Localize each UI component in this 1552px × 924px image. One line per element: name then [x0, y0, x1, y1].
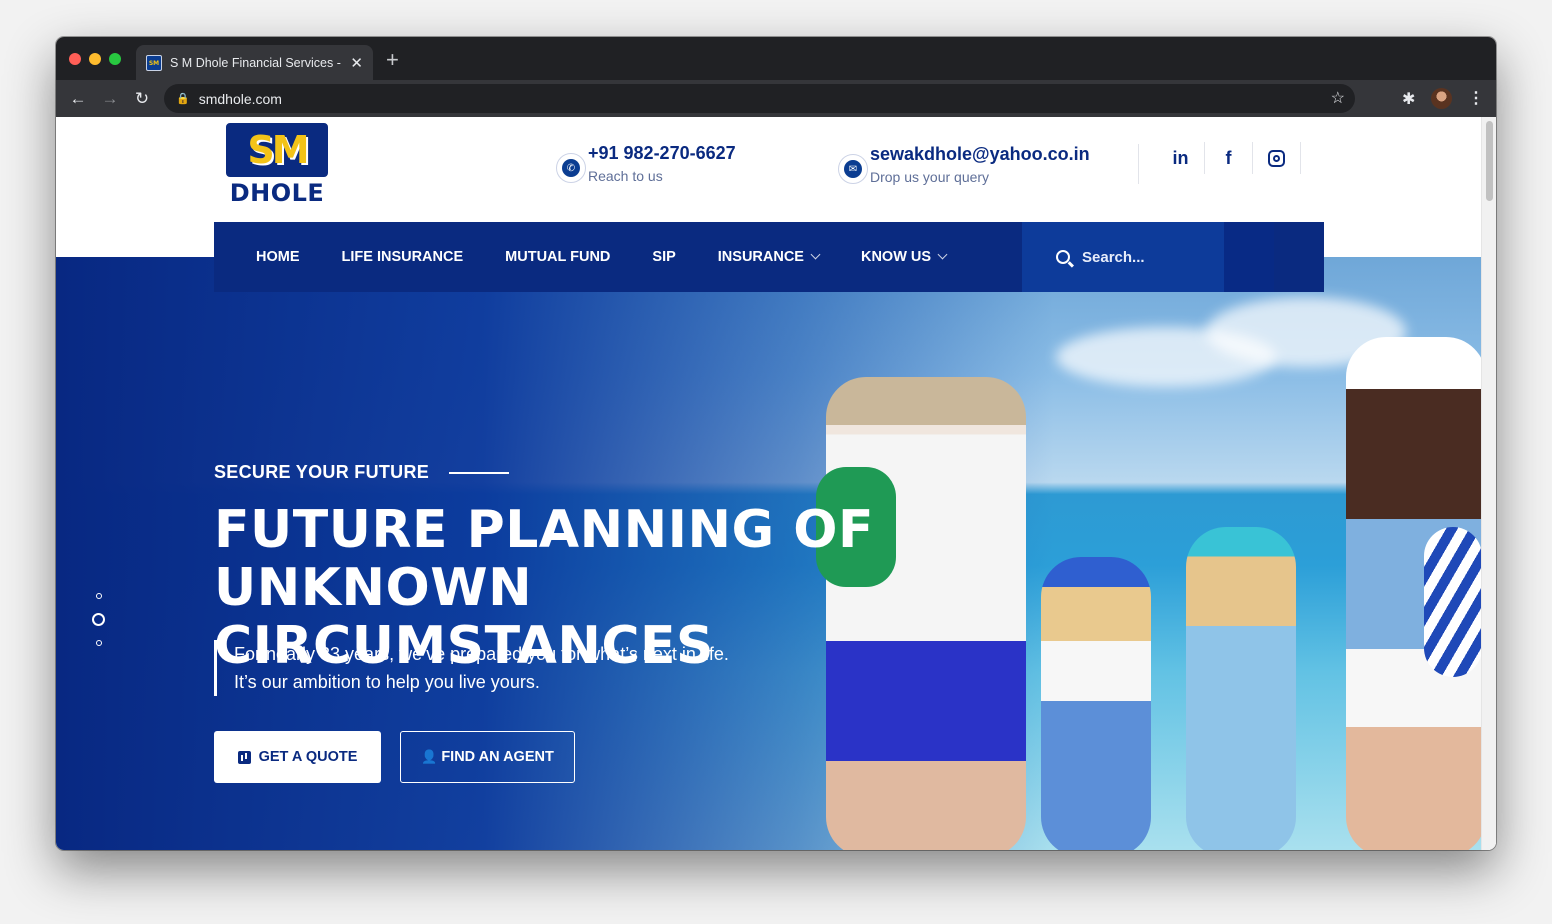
hero-intro: For nearly 33 years, we’ve prepared you … [214, 640, 734, 696]
page-scrollbar[interactable] [1481, 117, 1496, 850]
slide-dot[interactable] [95, 640, 102, 646]
instagram-icon[interactable] [1253, 142, 1301, 174]
child-figure [1186, 527, 1296, 850]
nav-know-us-label: KNOW US [860, 249, 932, 265]
chart-icon [237, 750, 251, 764]
envelope-icon: ✉ [838, 154, 868, 184]
reload-icon[interactable]: ↻ [126, 89, 158, 109]
chevron-down-icon [810, 249, 821, 260]
favicon-icon: SM [146, 55, 162, 71]
search-box [1022, 222, 1274, 292]
nav-end-cap [1224, 222, 1274, 292]
slide-dot[interactable] [95, 593, 102, 599]
logo-wordmark: DHOLE [229, 179, 325, 207]
headline-line-1: FUTURE PLANNING OF [214, 500, 875, 560]
lock-icon: 🔒 [176, 93, 190, 105]
email-address[interactable]: sewakdhole@yahoo.co.in [870, 144, 1090, 165]
linkedin-icon[interactable]: in [1157, 142, 1205, 174]
active-tab[interactable]: SM S M Dhole Financial Services - ✕ [136, 45, 373, 81]
window-controls [69, 53, 121, 65]
tab-strip: SM S M Dhole Financial Services - ✕ + [56, 37, 1496, 81]
scrollbar-thumb[interactable] [1486, 121, 1493, 201]
nav-home[interactable]: HOME [256, 249, 300, 265]
find-agent-label: FIND AN AGENT [441, 749, 554, 765]
phone-caption: Reach to us [588, 168, 663, 184]
extensions-icon[interactable]: ✱ [1402, 89, 1415, 109]
kicker-line [449, 471, 510, 474]
logo-mark: SM [226, 123, 328, 177]
phone-number[interactable]: +91 982-270-6627 [588, 143, 736, 164]
nav-sip[interactable]: SIP [652, 249, 675, 265]
slider-pagination [92, 593, 105, 660]
nav-insurance-label: INSURANCE [717, 249, 804, 265]
get-quote-button[interactable]: GET A QUOTE [214, 731, 381, 783]
find-agent-button[interactable]: 👤 FIND AN AGENT [400, 731, 575, 783]
site-logo[interactable]: SM DHOLE [226, 123, 328, 209]
chevron-down-icon [937, 249, 948, 260]
back-icon[interactable]: ← [62, 89, 94, 109]
new-tab-button[interactable]: + [386, 49, 399, 71]
hero-banner: SECURE YOUR FUTURE FUTURE PLANNING OF UN… [56, 257, 1481, 850]
hero-kicker: SECURE YOUR FUTURE [214, 462, 510, 483]
web-page: SM DHOLE ✆ +91 982-270-6627 Reach to us … [56, 117, 1496, 850]
nav-know-us[interactable]: KNOW US [860, 249, 948, 265]
forward-icon[interactable]: → [94, 89, 126, 109]
nav-mutual-fund[interactable]: MUTUAL FUND [505, 249, 610, 265]
header-divider [1138, 144, 1139, 184]
browser-toolbar: ← → ↻ 🔒 smdhole.com ☆ ✱ ⋮ [56, 80, 1496, 117]
nav-life-insurance[interactable]: LIFE INSURANCE [342, 249, 464, 265]
search-icon[interactable] [1056, 250, 1070, 264]
email-contact[interactable]: ✉ sewakdhole@yahoo.co.in Drop us your qu… [838, 144, 1090, 185]
email-caption: Drop us your query [870, 169, 990, 185]
menu-icon[interactable]: ⋮ [1468, 88, 1484, 108]
facebook-icon[interactable]: f [1205, 142, 1253, 174]
minimize-window-button[interactable] [89, 53, 101, 65]
browser-window: SM S M Dhole Financial Services - ✕ + ← … [56, 37, 1496, 850]
star-icon[interactable]: ☆ [1331, 88, 1345, 108]
phone-icon: ✆ [556, 153, 586, 183]
user-icon: 👤 [421, 749, 438, 764]
close-tab-icon[interactable]: ✕ [350, 54, 363, 72]
child-figure [1041, 557, 1151, 850]
address-bar[interactable]: 🔒 smdhole.com ☆ [164, 84, 1355, 113]
slide-dot-active[interactable] [92, 613, 105, 626]
close-window-button[interactable] [69, 53, 81, 65]
nav-insurance[interactable]: INSURANCE [717, 249, 821, 265]
maximize-window-button[interactable] [109, 53, 121, 65]
main-navigation: HOME LIFE INSURANCE MUTUAL FUND SIP INSU… [214, 222, 1324, 292]
beach-bag-shape [1424, 527, 1481, 677]
profile-avatar[interactable] [1431, 88, 1452, 109]
phone-contact[interactable]: ✆ +91 982-270-6627 Reach to us [556, 143, 736, 184]
get-quote-label: GET A QUOTE [258, 749, 358, 765]
url-text: smdhole.com [198, 90, 282, 107]
tab-title: S M Dhole Financial Services - [170, 56, 341, 70]
